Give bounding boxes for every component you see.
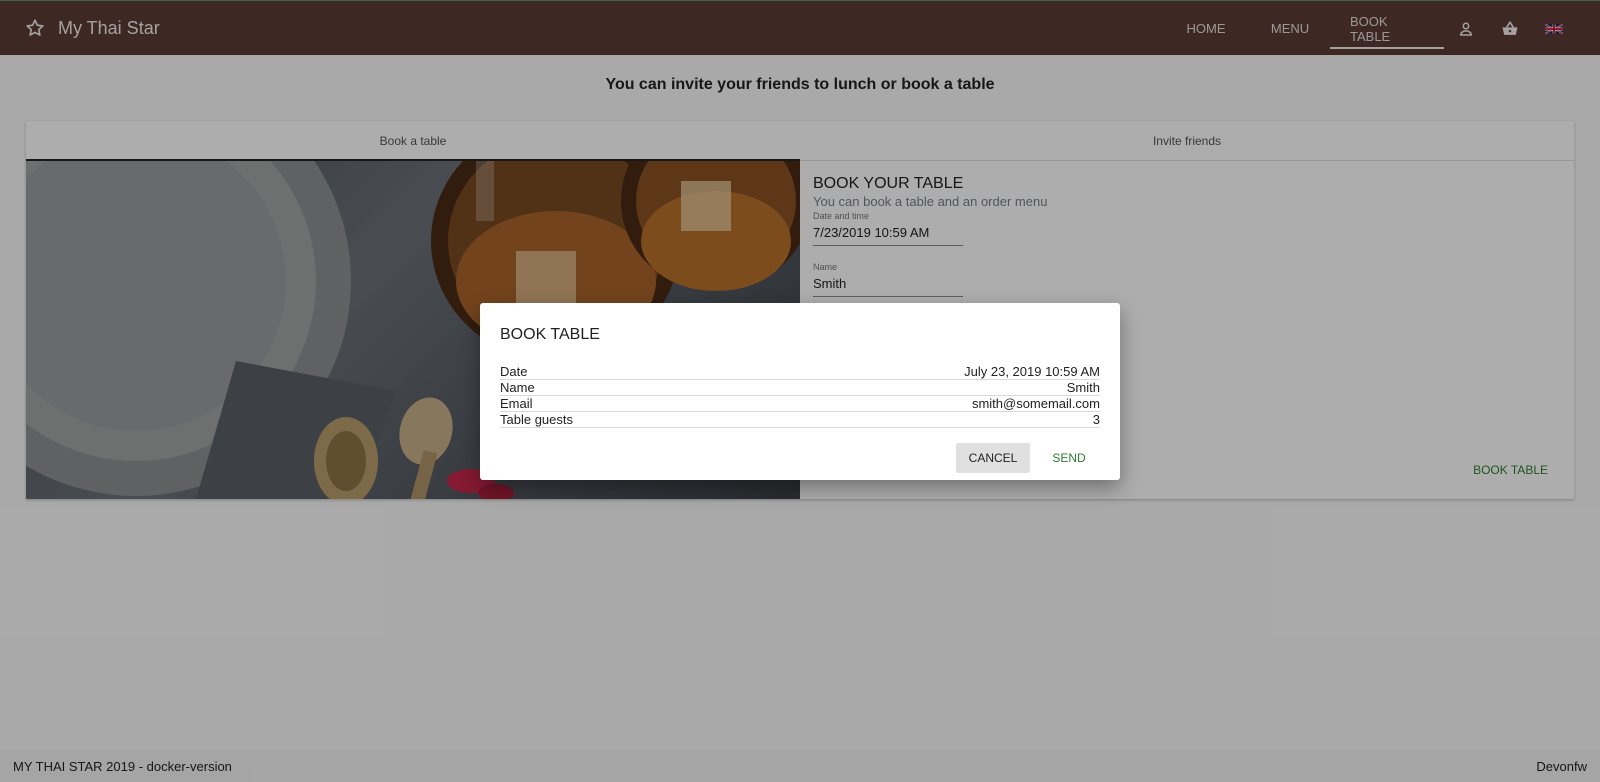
summary-value: smith@somemail.com (971, 396, 1100, 411)
summary-label: Date (500, 364, 528, 379)
dialog-actions: CANCEL SEND (956, 443, 1100, 473)
summary-value: July 23, 2019 10:59 AM (964, 364, 1100, 379)
summary-row-name: Name Smith (500, 380, 1100, 396)
cancel-button[interactable]: CANCEL (956, 443, 1030, 473)
summary-row-date: Date July 23, 2019 10:59 AM (500, 364, 1100, 380)
summary-label: Table guests (500, 412, 573, 427)
summary-row-email: Email smith@somemail.com (500, 396, 1100, 412)
dialog-summary: Date July 23, 2019 10:59 AM Name Smith E… (500, 364, 1100, 428)
summary-row-guests: Table guests 3 (500, 412, 1100, 428)
summary-label: Email (500, 396, 533, 411)
summary-value: Smith (1066, 380, 1100, 395)
summary-label: Name (500, 380, 535, 395)
book-table-dialog: BOOK TABLE Date July 23, 2019 10:59 AM N… (480, 303, 1120, 480)
summary-value: 3 (1092, 412, 1100, 427)
dialog-title: BOOK TABLE (500, 326, 600, 343)
send-button[interactable]: SEND (1038, 443, 1100, 473)
